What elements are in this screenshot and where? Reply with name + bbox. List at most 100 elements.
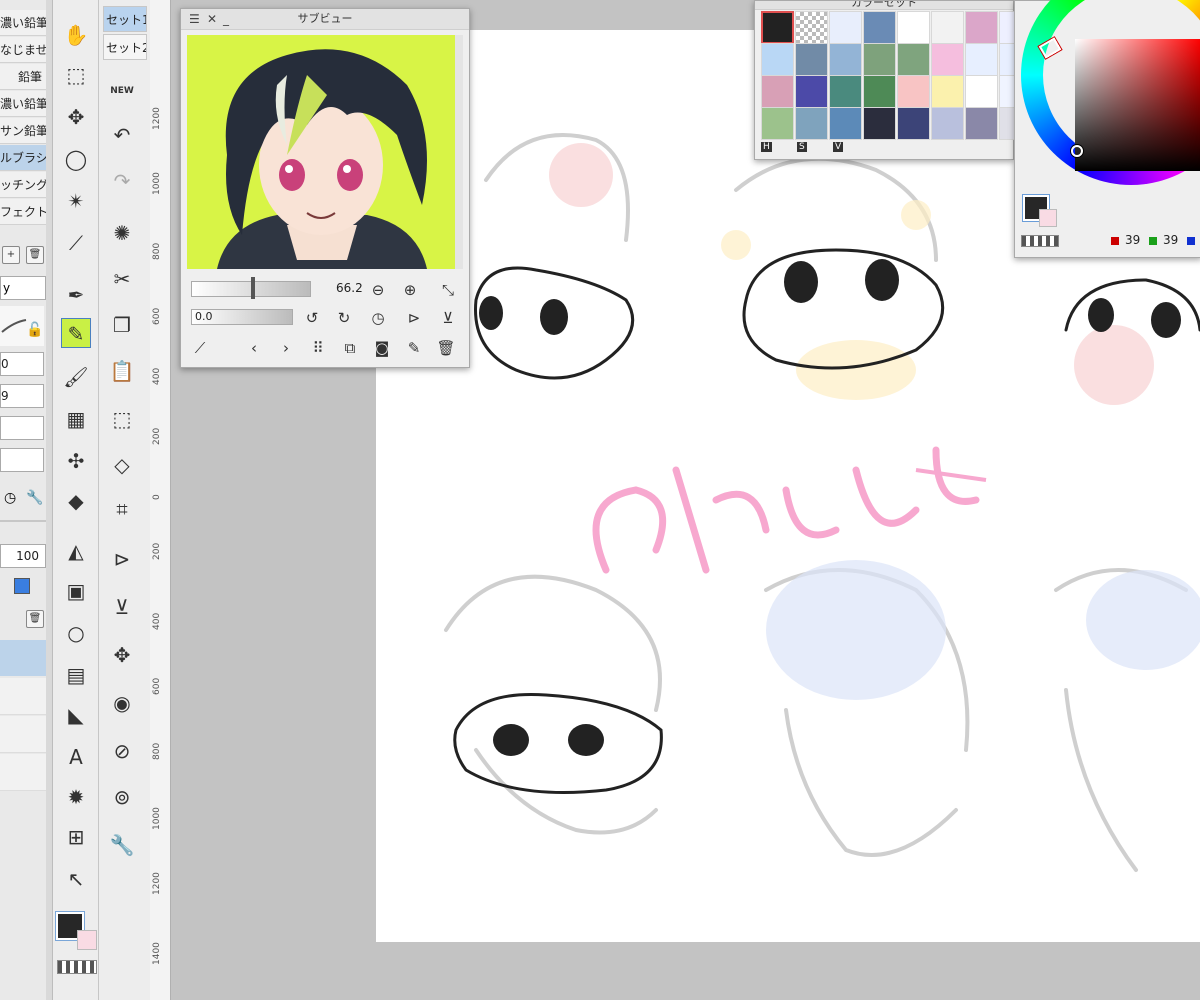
- grid-icon[interactable]: ⠿: [307, 337, 329, 359]
- color-swatch[interactable]: [931, 43, 964, 76]
- fill-icon[interactable]: ◭: [61, 536, 91, 566]
- shape-icon[interactable]: ○: [61, 618, 91, 648]
- color-swatch[interactable]: [931, 75, 964, 108]
- fit-icon[interactable]: ⤡: [437, 279, 459, 301]
- subtool-item[interactable]: 濃い鉛筆: [0, 10, 46, 36]
- free-transform-icon[interactable]: ◇: [107, 450, 137, 480]
- text-icon[interactable]: A: [61, 742, 91, 772]
- loading-icon[interactable]: ✺: [107, 218, 137, 248]
- set-tab-1[interactable]: セット1: [103, 6, 147, 32]
- redo-icon[interactable]: ↷: [107, 166, 137, 196]
- layer-row[interactable]: [0, 678, 46, 715]
- color-swatch[interactable]: [931, 11, 964, 44]
- object-icon[interactable]: ⬚: [61, 60, 91, 90]
- sv-cursor[interactable]: [1071, 145, 1083, 157]
- saturation-label[interactable]: S: [797, 142, 807, 152]
- balloon-icon[interactable]: ✹: [61, 782, 91, 812]
- flip-horizontal-icon[interactable]: ⊳: [107, 544, 137, 574]
- undo-icon[interactable]: ↶: [107, 120, 137, 150]
- lock-icon[interactable]: 🔓: [26, 322, 43, 338]
- transform-icon[interactable]: ⬚: [107, 404, 137, 434]
- reference-image[interactable]: [187, 35, 455, 269]
- subtool-item[interactable]: フェクト: [0, 199, 46, 225]
- new-icon[interactable]: NEW: [107, 76, 137, 106]
- clock-icon[interactable]: ◷: [4, 490, 16, 506]
- flip-horizontal-icon[interactable]: ⊳: [403, 307, 425, 329]
- layer-row[interactable]: [0, 716, 46, 753]
- layer-row-selected[interactable]: [0, 640, 46, 676]
- color-swatch[interactable]: [897, 11, 930, 44]
- color-swatch[interactable]: [965, 75, 998, 108]
- transparent-color-icon[interactable]: [57, 960, 97, 974]
- subview-scrollbar[interactable]: [455, 35, 463, 269]
- move-layer-icon[interactable]: ✥: [107, 640, 137, 670]
- add-subtool-icon[interactable]: +: [2, 246, 20, 264]
- layer-color-icon[interactable]: [14, 578, 30, 594]
- gradient-icon[interactable]: ▣: [61, 576, 91, 606]
- color-swatch[interactable]: [761, 75, 794, 108]
- frame-icon[interactable]: ▤: [61, 660, 91, 690]
- correct-line-icon[interactable]: ⊞: [61, 822, 91, 852]
- color-swatch[interactable]: [795, 43, 828, 76]
- color-swatch[interactable]: [761, 11, 794, 44]
- layer-row[interactable]: [0, 754, 46, 791]
- color-swatch[interactable]: [829, 11, 862, 44]
- eyedropper-icon[interactable]: ⟋: [61, 228, 91, 258]
- subtool-item[interactable]: サン鉛筆: [0, 118, 46, 144]
- subtool-item-selected[interactable]: ルブラシ: [0, 145, 46, 171]
- reset-rotation-icon[interactable]: ◷: [367, 307, 389, 329]
- subtool-item[interactable]: なじませ: [0, 37, 46, 63]
- layer-opacity-spin[interactable]: 100: [0, 544, 46, 568]
- rotate-right-icon[interactable]: ↻: [333, 307, 355, 329]
- previous-icon[interactable]: ‹: [243, 337, 265, 359]
- density-spin[interactable]: 9: [0, 384, 44, 408]
- paste-icon[interactable]: 📋: [107, 356, 137, 386]
- color-swatch[interactable]: [863, 43, 896, 76]
- move-icon[interactable]: ✥: [61, 102, 91, 132]
- color-swatch[interactable]: [931, 107, 964, 140]
- color-swatch[interactable]: [829, 43, 862, 76]
- ruler-icon[interactable]: ◣: [61, 700, 91, 730]
- color-swatch[interactable]: [761, 43, 794, 76]
- wrench-icon[interactable]: 🔧: [107, 830, 137, 860]
- hue-label[interactable]: H: [761, 142, 772, 152]
- brush-icon[interactable]: 🖌: [61, 362, 91, 392]
- subtool-item[interactable]: 濃い鉛筆: [0, 91, 46, 117]
- color-swatch[interactable]: [965, 107, 998, 140]
- set-tab-2[interactable]: セット2: [103, 34, 147, 60]
- magic-wand-icon[interactable]: ✴: [61, 186, 91, 216]
- color-swatch[interactable]: [897, 43, 930, 76]
- color-swatch[interactable]: [795, 11, 828, 44]
- trash-icon[interactable]: 🗑: [435, 337, 457, 359]
- eraser-icon[interactable]: ◆: [61, 486, 91, 516]
- color-swatch[interactable]: [829, 75, 862, 108]
- color-swatch[interactable]: [965, 11, 998, 44]
- blend-icon[interactable]: ✣: [61, 446, 91, 476]
- flip-vertical-icon[interactable]: ⊻: [437, 307, 459, 329]
- settings-icon[interactable]: ⊚: [107, 782, 137, 812]
- color-swatch[interactable]: [965, 43, 998, 76]
- color-swatch[interactable]: [863, 75, 896, 108]
- airbrush-icon[interactable]: ▦: [61, 404, 91, 434]
- color-swatch[interactable]: [863, 107, 896, 140]
- value-label[interactable]: V: [833, 142, 844, 152]
- color-swatch[interactable]: [761, 107, 794, 140]
- value-spin[interactable]: [0, 416, 44, 440]
- subview-titlebar[interactable]: ☰ ✕ _ サブビュー: [181, 9, 469, 30]
- brush-dropdown[interactable]: y: [0, 276, 46, 300]
- zoom-in-icon[interactable]: ⊕: [399, 279, 421, 301]
- trash-icon[interactable]: 🗑: [26, 610, 44, 628]
- flip-vertical-icon[interactable]: ⊻: [107, 592, 137, 622]
- copy-icon[interactable]: ❐: [107, 310, 137, 340]
- subtool-item[interactable]: ッチング: [0, 172, 46, 198]
- import-icon[interactable]: ⧉: [339, 337, 361, 359]
- rotate-left-icon[interactable]: ↺: [301, 307, 323, 329]
- wrench-icon[interactable]: 🔧: [26, 490, 43, 506]
- saturation-value-square[interactable]: [1075, 39, 1200, 171]
- link-icon[interactable]: ⊘: [107, 736, 137, 766]
- lasso-icon[interactable]: ◯: [61, 144, 91, 174]
- color-swatch[interactable]: [897, 75, 930, 108]
- reference-icon[interactable]: ◉: [107, 688, 137, 718]
- next-icon[interactable]: ›: [275, 337, 297, 359]
- hand-icon[interactable]: ✋: [61, 20, 91, 50]
